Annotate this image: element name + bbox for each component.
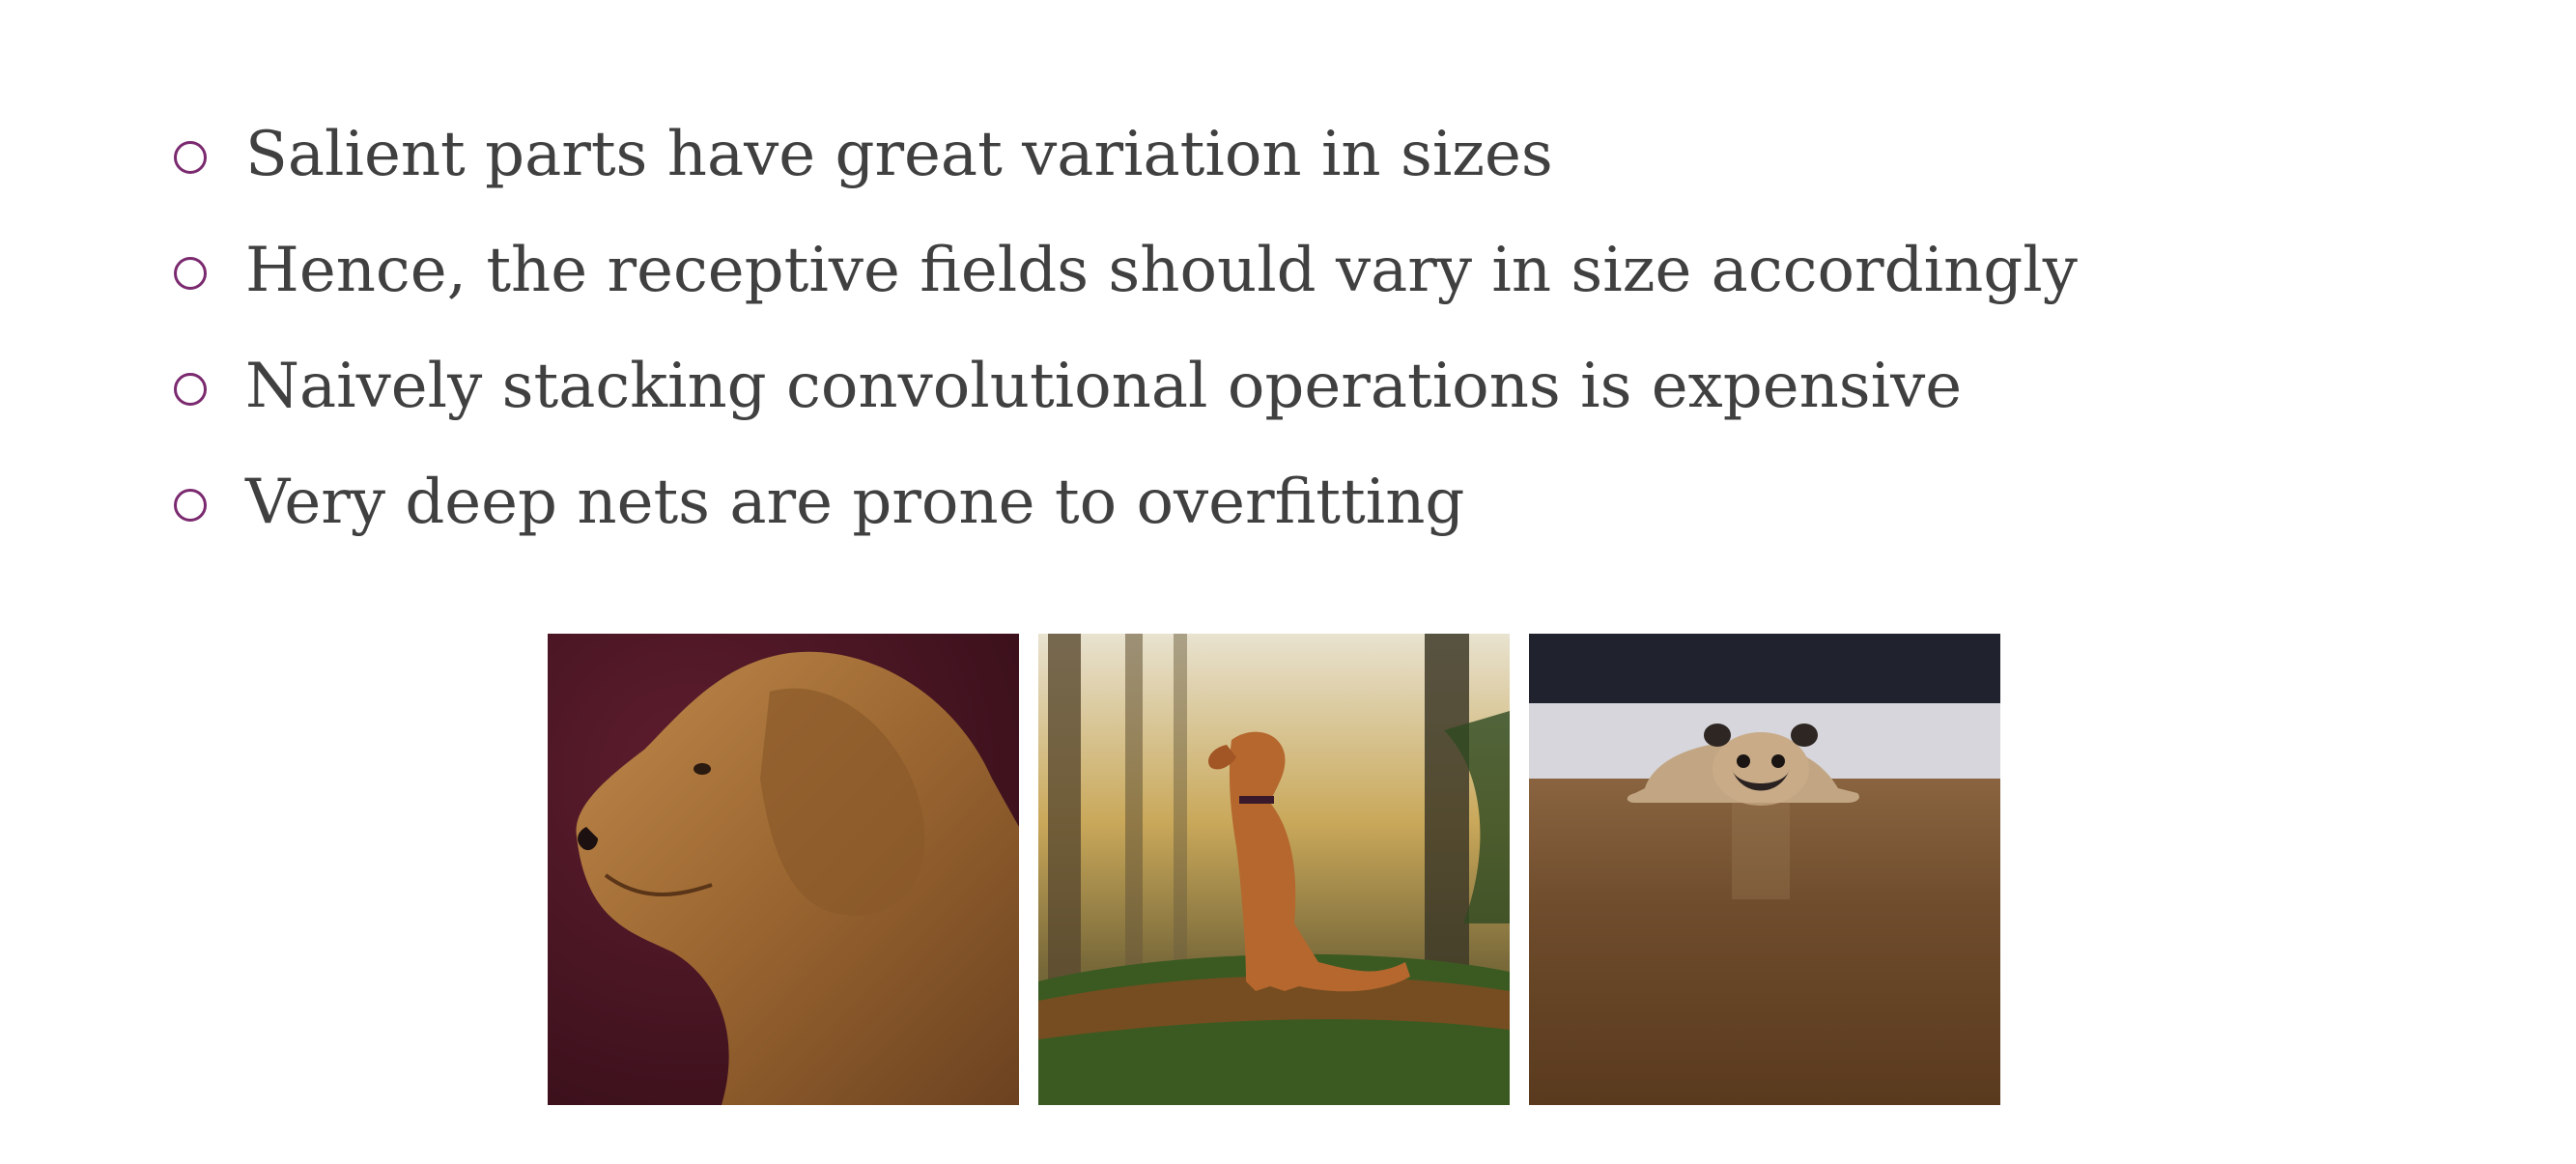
bullet-list: Salient parts have great variation in si… [174, 97, 2078, 560]
bullet-item: Hence, the receptive fields should vary … [174, 213, 2078, 328]
circle-bullet-icon [174, 257, 207, 290]
bullet-text: Hence, the receptive fields should vary … [245, 235, 2078, 306]
dog-image-row [548, 634, 2000, 1105]
circle-bullet-icon [174, 489, 207, 522]
puppy-forest-image [1038, 634, 1510, 1105]
circle-bullet-icon [174, 141, 207, 174]
bullet-item: Very deep nets are prone to overfitting [174, 444, 2078, 560]
bullet-text: Very deep nets are prone to overfitting [245, 467, 1465, 538]
bullet-item: Salient parts have great variation in si… [174, 97, 2078, 213]
circle-bullet-icon [174, 373, 207, 406]
golden-retriever-image [548, 634, 1019, 1105]
pug-floor-image [1529, 634, 2000, 1105]
bullet-text: Salient parts have great variation in si… [245, 119, 1553, 190]
bullet-text: Naively stacking convolutional operation… [245, 351, 1963, 422]
bullet-item: Naively stacking convolutional operation… [174, 328, 2078, 444]
